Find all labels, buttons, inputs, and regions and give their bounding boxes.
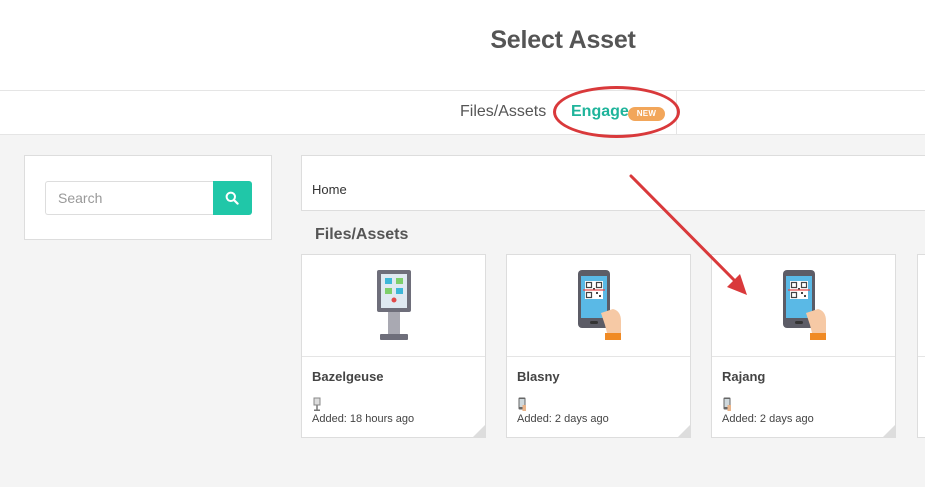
annotation-arrow — [629, 174, 747, 295]
